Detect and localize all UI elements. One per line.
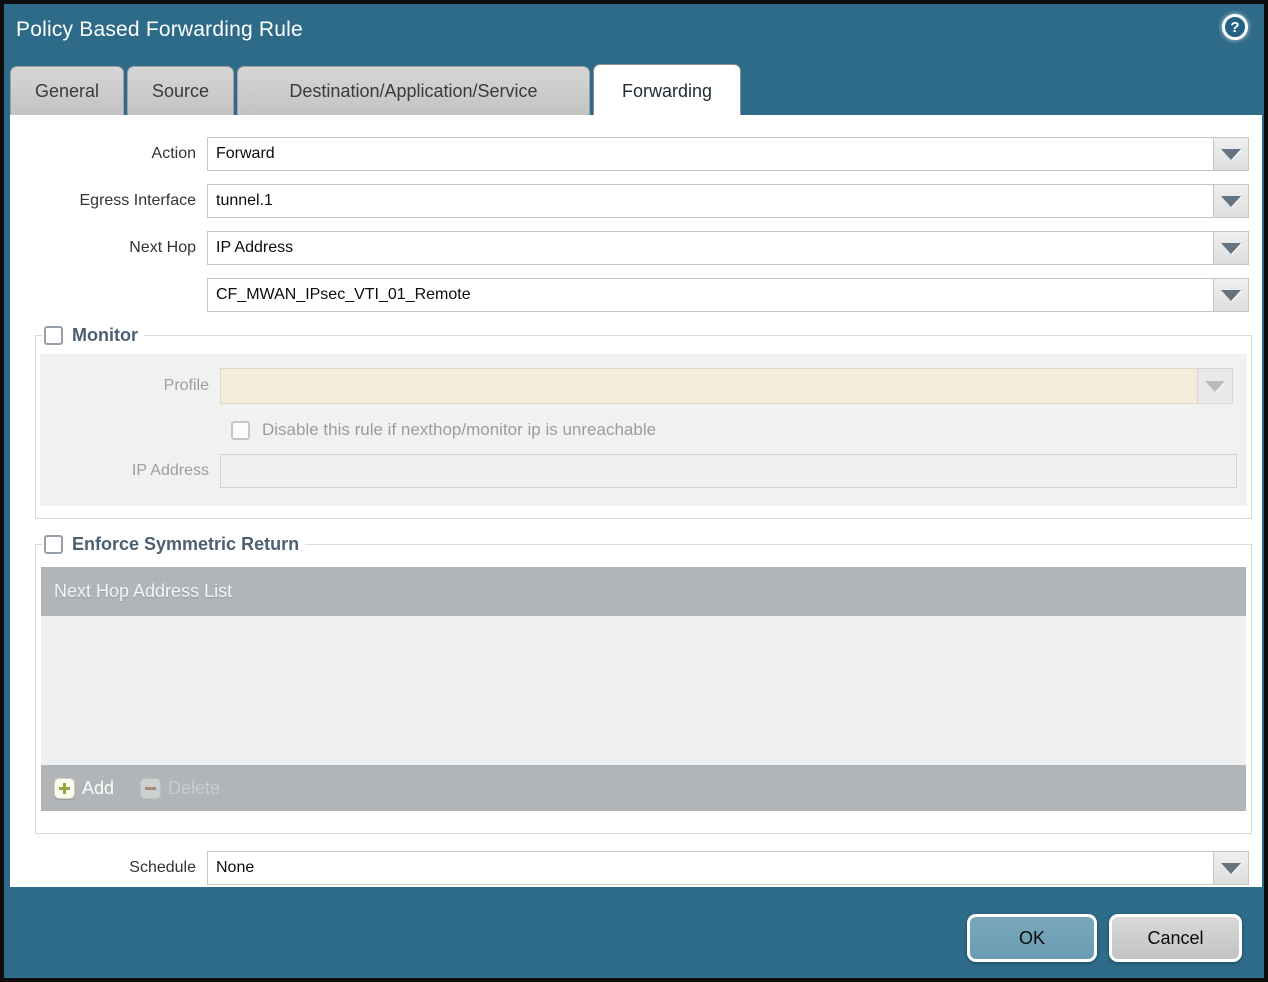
chevron-down-icon [1221,195,1241,207]
next-hop-address-list-body[interactable] [41,616,1246,765]
profile-dropdown [220,368,1233,404]
schedule-row: Schedule None [10,851,1249,885]
next-hop-address-value[interactable]: CF_MWAN_IPsec_VTI_01_Remote [207,278,1213,312]
next-hop-address-list-header: Next Hop Address List [41,567,1246,616]
tab-source[interactable]: Source [127,66,234,115]
tab-general[interactable]: General [10,66,124,115]
next-hop-address-row: CF_MWAN_IPsec_VTI_01_Remote [10,278,1249,312]
delete-button-label: Delete [168,777,221,798]
help-icon[interactable]: ? [1222,14,1248,40]
add-button-label: Add [82,777,115,798]
schedule-dropdown[interactable]: None [207,851,1249,885]
next-hop-type-value[interactable]: IP Address [207,231,1213,265]
schedule-dropdown-button[interactable] [1213,851,1249,885]
next-hop-address-dropdown-button[interactable] [1213,278,1249,312]
monitor-fieldset: Monitor Profile Disable this rule if nex… [35,325,1252,519]
chevron-down-icon [1221,242,1241,254]
next-hop-type-dropdown-button[interactable] [1213,231,1249,265]
action-dropdown-button[interactable] [1213,137,1249,171]
chevron-down-icon [1221,862,1241,874]
monitor-ip-address-input [220,454,1237,488]
profile-row: Profile [40,368,1247,404]
profile-dropdown-button [1197,368,1233,404]
enforce-symmetric-return-checkbox[interactable] [44,535,63,554]
monitor-checkbox[interactable] [44,326,63,345]
disable-rule-row: Disable this rule if nexthop/monitor ip … [231,420,1247,440]
monitor-legend-label: Monitor [72,325,138,345]
profile-label: Profile [163,377,209,394]
chevron-down-icon [1205,380,1225,392]
add-button[interactable]: Add [54,777,115,799]
next-hop-type-dropdown[interactable]: IP Address [207,231,1249,265]
schedule-label: Schedule [129,859,196,876]
egress-interface-row: Egress Interface tunnel.1 [10,184,1249,218]
disable-rule-checkbox [231,420,250,440]
minus-icon [140,777,162,799]
disable-rule-label: Disable this rule if nexthop/monitor ip … [262,420,657,439]
dialog-titlebar: Policy Based Forwarding Rule ? [4,4,1264,66]
action-dropdown[interactable]: Forward [207,137,1249,171]
delete-button: Delete [140,777,221,799]
monitor-legend: Monitor [42,325,144,346]
ok-button[interactable]: OK [967,914,1097,962]
egress-interface-value[interactable]: tunnel.1 [207,184,1213,218]
chevron-down-icon [1221,289,1241,301]
screenshot-root: Policy Based Forwarding Rule ? General S… [0,0,1268,982]
chevron-down-icon [1221,148,1241,160]
action-row: Action Forward [10,137,1249,171]
next-hop-label: Next Hop [129,239,196,256]
enforce-symmetric-return-fieldset: Enforce Symmetric Return Next Hop Addres… [35,534,1252,834]
schedule-value[interactable]: None [207,851,1213,885]
action-label: Action [151,145,196,162]
enforce-symmetric-return-legend-label: Enforce Symmetric Return [72,534,300,554]
plus-icon [54,777,75,799]
cancel-button[interactable]: Cancel [1109,914,1242,962]
egress-interface-dropdown[interactable]: tunnel.1 [207,184,1249,218]
next-hop-address-list-footer: Add Delete [41,765,1246,811]
action-value[interactable]: Forward [207,137,1213,171]
next-hop-row: Next Hop IP Address [10,231,1249,265]
tab-forwarding[interactable]: Forwarding [593,64,741,115]
egress-interface-label: Egress Interface [79,192,197,209]
forwarding-tab-panel: Action Forward Egress Interface tunnel.1 [10,115,1262,887]
enforce-symmetric-return-legend: Enforce Symmetric Return [42,534,305,555]
profile-value [220,368,1197,404]
dialog-title: Policy Based Forwarding Rule [16,18,303,41]
dialog-policy-based-forwarding-rule: Policy Based Forwarding Rule ? General S… [4,4,1264,978]
monitor-ip-address-label: IP Address [131,462,209,479]
monitor-disabled-panel: Profile Disable this rule if nexthop/mon… [40,354,1247,506]
monitor-ip-address-row: IP Address [40,454,1247,488]
next-hop-address-dropdown[interactable]: CF_MWAN_IPsec_VTI_01_Remote [207,278,1249,312]
egress-interface-dropdown-button[interactable] [1213,184,1249,218]
tab-bar: General Source Destination/Application/S… [10,64,741,115]
tab-destination-application-service[interactable]: Destination/Application/Service [237,66,590,115]
next-hop-address-list-table: Next Hop Address List Add Delete [41,567,1246,811]
